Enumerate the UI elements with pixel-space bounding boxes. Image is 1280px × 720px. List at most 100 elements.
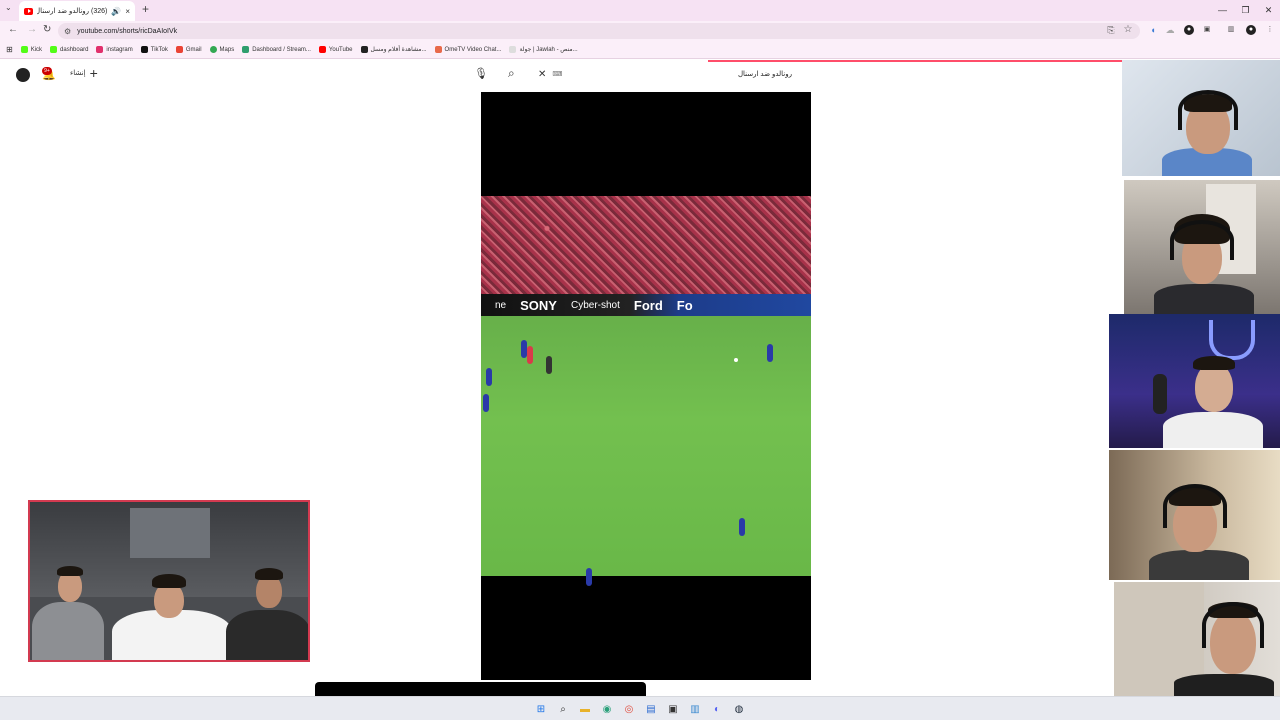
- player-figure: [586, 568, 592, 586]
- person-shirt: [226, 610, 308, 660]
- voice-search-mic-icon[interactable]: 🎙: [474, 67, 488, 80]
- search-query-text: رونالدو ضد ارسنال: [737, 71, 792, 78]
- keyboard-icon[interactable]: ⌨: [552, 70, 562, 78]
- ad-board-text: SONY: [520, 297, 557, 313]
- youtube-favicon-icon: [24, 7, 33, 15]
- create-button[interactable]: إنشاء +: [70, 65, 98, 81]
- close-window-button[interactable]: ✕: [1257, 0, 1280, 21]
- bookmark-gmail[interactable]: Gmail: [175, 46, 202, 53]
- bookmark-dashboard-stream[interactable]: Dashboard / Stream...: [242, 46, 311, 53]
- minimize-button[interactable]: —: [1211, 0, 1234, 21]
- bookmark-label: instagram: [106, 46, 133, 53]
- bookmark-label: Dashboard / Stream...: [252, 46, 311, 53]
- windows-start-icon[interactable]: ⊞: [533, 701, 549, 717]
- player-figure: [486, 368, 492, 386]
- apps-grid-icon[interactable]: ⊞: [6, 45, 13, 54]
- extensions-puzzle-icon[interactable]: ▣: [1202, 25, 1212, 35]
- chrome-browser-icon[interactable]: ◎: [621, 701, 637, 717]
- back-arrow-icon[interactable]: ←: [8, 24, 18, 35]
- room-window: [130, 508, 210, 558]
- clear-search-icon[interactable]: ✕: [538, 69, 546, 80]
- address-bar[interactable]: ⚙ youtube.com/shorts/ricDaAIoIVk: [58, 23, 1140, 39]
- create-label: إنشاء: [70, 70, 86, 77]
- bookmark-jawlah[interactable]: جولة | Jawlah - منص...: [509, 46, 578, 53]
- side-panel-icon[interactable]: ▥: [1226, 25, 1236, 35]
- steam-icon[interactable]: ◍: [731, 701, 747, 717]
- person-shirt: [32, 602, 104, 660]
- football-ball: [734, 358, 738, 362]
- bookmark-maps[interactable]: Maps: [209, 46, 234, 53]
- ad-board-text: Cyber-shot: [570, 299, 620, 311]
- bookmark-kick[interactable]: Kick: [20, 46, 43, 53]
- tiktok-icon: [140, 46, 148, 53]
- install-app-icon[interactable]: ⎘: [1106, 25, 1116, 35]
- file-explorer-icon[interactable]: ▬: [577, 701, 593, 717]
- site-info-icon[interactable]: ⚙: [64, 27, 71, 36]
- tab-search-chevron-icon[interactable]: ⌄: [5, 3, 12, 12]
- notepad-icon[interactable]: ▥: [687, 701, 703, 717]
- participant-webcam-2: [1124, 180, 1280, 314]
- taskbar-search-icon[interactable]: ⌕: [555, 701, 571, 717]
- browser-tab-active[interactable]: (326) رونالدو ضد ارسنال - 🔊 ×: [19, 1, 135, 21]
- video-overlay-bar: [315, 682, 646, 696]
- bookmark-dashboard[interactable]: dashboard: [50, 46, 88, 53]
- bookmark-star-icon[interactable]: ☆: [1123, 25, 1133, 35]
- person-shirt: [1154, 284, 1254, 314]
- reload-icon[interactable]: ↻: [43, 24, 51, 35]
- bookmarks-bar: ⊞ Kick dashboard instagram TikTok Gmail …: [0, 41, 1280, 59]
- tab-close-button[interactable]: ×: [125, 7, 130, 16]
- person-shirt: [1149, 550, 1249, 580]
- maximize-button[interactable]: ❐: [1234, 0, 1257, 21]
- player-figure: [546, 356, 552, 374]
- player-figure: [521, 340, 527, 358]
- bookmark-label: Kick: [30, 46, 43, 53]
- menu-kebab-icon[interactable]: ⋮: [1265, 25, 1275, 35]
- neon-light: [1209, 320, 1255, 360]
- participant-webcam-1: [1122, 60, 1280, 176]
- taskbar-icons: ⊞ ⌕ ▬ ◉ ◎ ▤ ▣ ▥ ◐ ◍: [533, 701, 747, 717]
- bookmark-label: TikTok: [150, 46, 168, 53]
- shorts-video-player[interactable]: ne SONY Cyber-shot Ford Fo: [481, 92, 811, 680]
- plus-icon: +: [89, 65, 98, 81]
- person-hair: [1193, 356, 1235, 370]
- kick-icon: [50, 46, 58, 53]
- speaker-icon[interactable]: 🔊: [111, 7, 121, 16]
- edge-browser-icon[interactable]: ◉: [599, 701, 615, 717]
- browser-toolbar: ← → ↻ ⚙ youtube.com/shorts/ricDaAIoIVk ⎘…: [0, 21, 1280, 41]
- bookmark-instagram[interactable]: instagram: [96, 46, 133, 53]
- player-figure: [739, 518, 745, 536]
- forward-arrow-icon[interactable]: →: [27, 24, 37, 35]
- discord-icon[interactable]: ◐: [709, 701, 725, 717]
- new-tab-button[interactable]: +: [142, 2, 149, 16]
- bookmark-movies[interactable]: مشاهدة أفلام ومسل...: [360, 46, 427, 53]
- bookmark-label: جولة | Jawlah - منص...: [519, 47, 578, 53]
- bookmark-youtube[interactable]: YouTube: [318, 46, 353, 53]
- extension-circle-icon[interactable]: ●: [1184, 25, 1194, 35]
- stadium-crowd: [481, 196, 811, 304]
- player-figure: [767, 344, 773, 362]
- profile-avatar[interactable]: ●: [1246, 25, 1256, 35]
- player-figure: [483, 394, 489, 412]
- account-avatar[interactable]: [16, 68, 30, 82]
- participant-webcam-5: [1114, 582, 1280, 696]
- person-hair: [152, 574, 186, 588]
- stream-icon: [242, 46, 250, 53]
- bookmark-tiktok[interactable]: TikTok: [140, 46, 168, 53]
- terminal-icon[interactable]: ▣: [665, 701, 681, 717]
- extension-cloud-icon[interactable]: ☁: [1165, 25, 1175, 35]
- windows-taskbar: ⊞ ⌕ ▬ ◉ ◎ ▤ ▣ ▥ ◐ ◍: [0, 696, 1280, 720]
- search-input[interactable]: ✕ ⌨ رونالدو ضد ارسنال: [530, 64, 800, 84]
- bookmark-ometv[interactable]: OmeTV Video Chat...: [434, 46, 502, 53]
- bookmark-label: مشاهدة أفلام ومسل...: [370, 47, 427, 53]
- ad-board-text: Fo: [676, 297, 693, 313]
- headset-icon: [1202, 602, 1264, 648]
- app-icon[interactable]: ▤: [643, 701, 659, 717]
- extension-sound-icon[interactable]: ◖: [1148, 25, 1158, 35]
- browser-tab-strip: ⌄ (326) رونالدو ضد ارسنال - 🔊 × + — ❐ ✕: [0, 0, 1280, 21]
- bookmark-label: OmeTV Video Chat...: [444, 46, 502, 53]
- microphone-icon: [1153, 374, 1167, 414]
- player-figure: [527, 346, 533, 364]
- search-button-icon[interactable]: ⌕: [508, 66, 515, 81]
- youtube-icon: [318, 46, 326, 53]
- gmail-icon: [175, 46, 183, 53]
